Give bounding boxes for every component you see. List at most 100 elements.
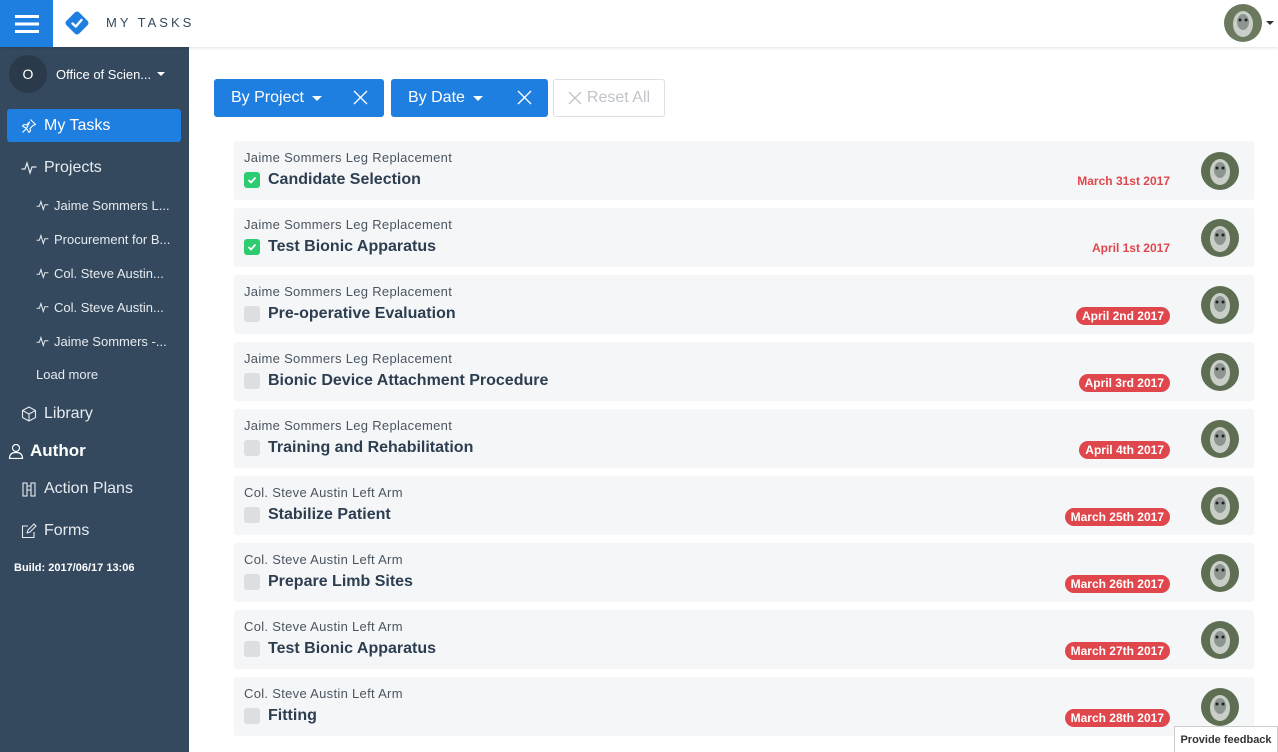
filter-label: By Project <box>231 89 304 106</box>
task-row[interactable]: Col. Steve Austin Left Arm Test Bionic Ap… <box>234 610 1254 669</box>
edit-form-icon <box>21 522 37 538</box>
task-project-name: Col. Steve Austin Left Arm <box>244 485 403 500</box>
caret-down-icon <box>157 72 166 76</box>
sidebar-project-item[interactable]: Col. Steve Austin... <box>36 297 181 317</box>
close-icon <box>568 91 582 105</box>
task-title[interactable]: Bionic Device Attachment Procedure <box>268 372 548 390</box>
task-project-name: Col. Steve Austin Left Arm <box>244 619 403 634</box>
user-avatar[interactable] <box>1224 4 1262 42</box>
hamburger-icon <box>14 14 39 33</box>
pulse-icon <box>36 267 49 279</box>
task-row[interactable]: Col. Steve Austin Left Arm Prepare Limb S… <box>234 543 1254 602</box>
sidebar-item-my-tasks[interactable]: My Tasks <box>7 109 181 142</box>
task-title[interactable]: Fitting <box>268 707 317 725</box>
sidebar-project-item[interactable]: Col. Steve Austin... <box>36 263 181 283</box>
task-row[interactable]: Col. Steve Austin Left Arm Fitting March 2… <box>234 677 1254 736</box>
task-due-date: April 4th 2017 <box>1079 441 1170 459</box>
filter-label: By Date <box>408 89 465 106</box>
task-checkbox[interactable] <box>244 239 260 255</box>
sidebar: O Office of Scien... My Tasks Projects J… <box>0 47 189 752</box>
assignee-avatar[interactable] <box>1201 688 1239 726</box>
sidebar-project-label: Procurement for B... <box>54 231 171 247</box>
close-icon[interactable] <box>517 90 532 105</box>
checkmark-logo-icon[interactable] <box>64 10 90 36</box>
assignee-avatar[interactable] <box>1201 554 1239 592</box>
task-due-date: April 2nd 2017 <box>1075 307 1170 325</box>
task-title[interactable]: Test Bionic Apparatus <box>268 640 436 658</box>
cube-icon <box>21 405 37 422</box>
reset-all-button[interactable]: Reset All <box>553 79 665 117</box>
org-switcher[interactable]: O Office of Scien... <box>9 55 184 93</box>
task-project-name: Jaime Sommers Leg Replacement <box>244 217 453 232</box>
assignee-avatar[interactable] <box>1201 487 1239 525</box>
task-due-date: March 31st 2017 <box>1077 174 1170 188</box>
assignee-avatar[interactable] <box>1201 219 1239 257</box>
top-bar: MY TASKS <box>0 0 1278 47</box>
org-name: Office of Scien... <box>56 66 152 82</box>
provide-feedback-button[interactable]: Provide feedback <box>1174 726 1278 752</box>
build-info: Build: 2017/06/17 13:06 <box>14 562 135 574</box>
reset-all-label: Reset All <box>586 89 651 106</box>
task-checkbox[interactable] <box>244 440 260 456</box>
task-row[interactable]: Jaime Sommers Leg Replacement Bionic Devi… <box>234 342 1254 401</box>
author-label: Author <box>30 441 86 460</box>
task-row[interactable]: Col. Steve Austin Left Arm Stabilize Pati… <box>234 476 1254 535</box>
pulse-icon <box>21 160 37 175</box>
app-title: MY TASKS <box>106 15 195 30</box>
assignee-avatar[interactable] <box>1201 420 1239 458</box>
sidebar-item-label: Action Plans <box>44 479 133 497</box>
task-title[interactable]: Test Bionic Apparatus <box>268 238 436 256</box>
task-project-name: Jaime Sommers Leg Replacement <box>244 351 453 366</box>
task-checkbox[interactable] <box>244 507 260 523</box>
filter-by-date[interactable]: By Date <box>391 79 548 117</box>
sidebar-item-projects[interactable]: Projects <box>7 151 181 184</box>
caret-down-icon <box>472 95 483 101</box>
task-title[interactable]: Candidate Selection <box>268 171 421 189</box>
check-icon <box>247 176 257 184</box>
sidebar-item-action-plans[interactable]: Action Plans <box>7 472 181 505</box>
task-checkbox[interactable] <box>244 172 260 188</box>
sidebar-project-label: Jaime Sommers L... <box>54 197 170 213</box>
sidebar-item-forms[interactable]: Forms <box>7 514 181 547</box>
sidebar-item-label: Projects <box>44 158 102 176</box>
check-icon <box>247 243 257 251</box>
sidebar-item-library[interactable]: Library <box>7 397 181 430</box>
task-row[interactable]: Jaime Sommers Leg Replacement Test Bionic… <box>234 208 1254 267</box>
task-row[interactable]: Jaime Sommers Leg Replacement Candidate S… <box>234 141 1254 200</box>
task-row[interactable]: Jaime Sommers Leg Replacement Pre-operati… <box>234 275 1254 334</box>
menu-button[interactable] <box>0 0 53 47</box>
sidebar-item-label: My Tasks <box>44 116 111 134</box>
task-checkbox[interactable] <box>244 306 260 322</box>
sidebar-project-item[interactable]: Jaime Sommers L... <box>36 195 181 215</box>
pin-icon <box>21 118 37 133</box>
sidebar-project-label: Col. Steve Austin... <box>54 265 164 281</box>
user-icon <box>8 443 24 459</box>
task-checkbox[interactable] <box>244 708 260 724</box>
caret-down-icon <box>311 95 322 101</box>
assignee-avatar[interactable] <box>1201 286 1239 324</box>
assignee-avatar[interactable] <box>1201 152 1239 190</box>
sidebar-project-label: Jaime Sommers -... <box>54 333 167 349</box>
task-checkbox[interactable] <box>244 641 260 657</box>
filter-by-project[interactable]: By Project <box>214 79 384 117</box>
task-row[interactable]: Jaime Sommers Leg Replacement Training an… <box>234 409 1254 468</box>
sidebar-project-label: Col. Steve Austin... <box>54 299 164 315</box>
org-avatar: O <box>9 55 47 93</box>
task-project-name: Col. Steve Austin Left Arm <box>244 552 403 567</box>
clipboard-icon <box>22 481 36 497</box>
assignee-avatar[interactable] <box>1201 353 1239 391</box>
task-title[interactable]: Prepare Limb Sites <box>268 573 413 591</box>
task-checkbox[interactable] <box>244 574 260 590</box>
task-title[interactable]: Stabilize Patient <box>268 506 391 524</box>
task-title[interactable]: Training and Rehabilitation <box>268 439 473 457</box>
assignee-avatar[interactable] <box>1201 621 1239 659</box>
sidebar-item-label: Library <box>44 404 93 422</box>
sidebar-project-item[interactable]: Jaime Sommers -... <box>36 331 181 351</box>
pulse-icon <box>36 335 49 347</box>
load-more-link[interactable]: Load more <box>36 367 98 382</box>
task-title[interactable]: Pre-operative Evaluation <box>268 305 456 323</box>
sidebar-project-item[interactable]: Procurement for B... <box>36 229 181 249</box>
close-icon[interactable] <box>353 90 368 105</box>
user-menu-caret-icon[interactable] <box>1266 21 1274 25</box>
task-checkbox[interactable] <box>244 373 260 389</box>
